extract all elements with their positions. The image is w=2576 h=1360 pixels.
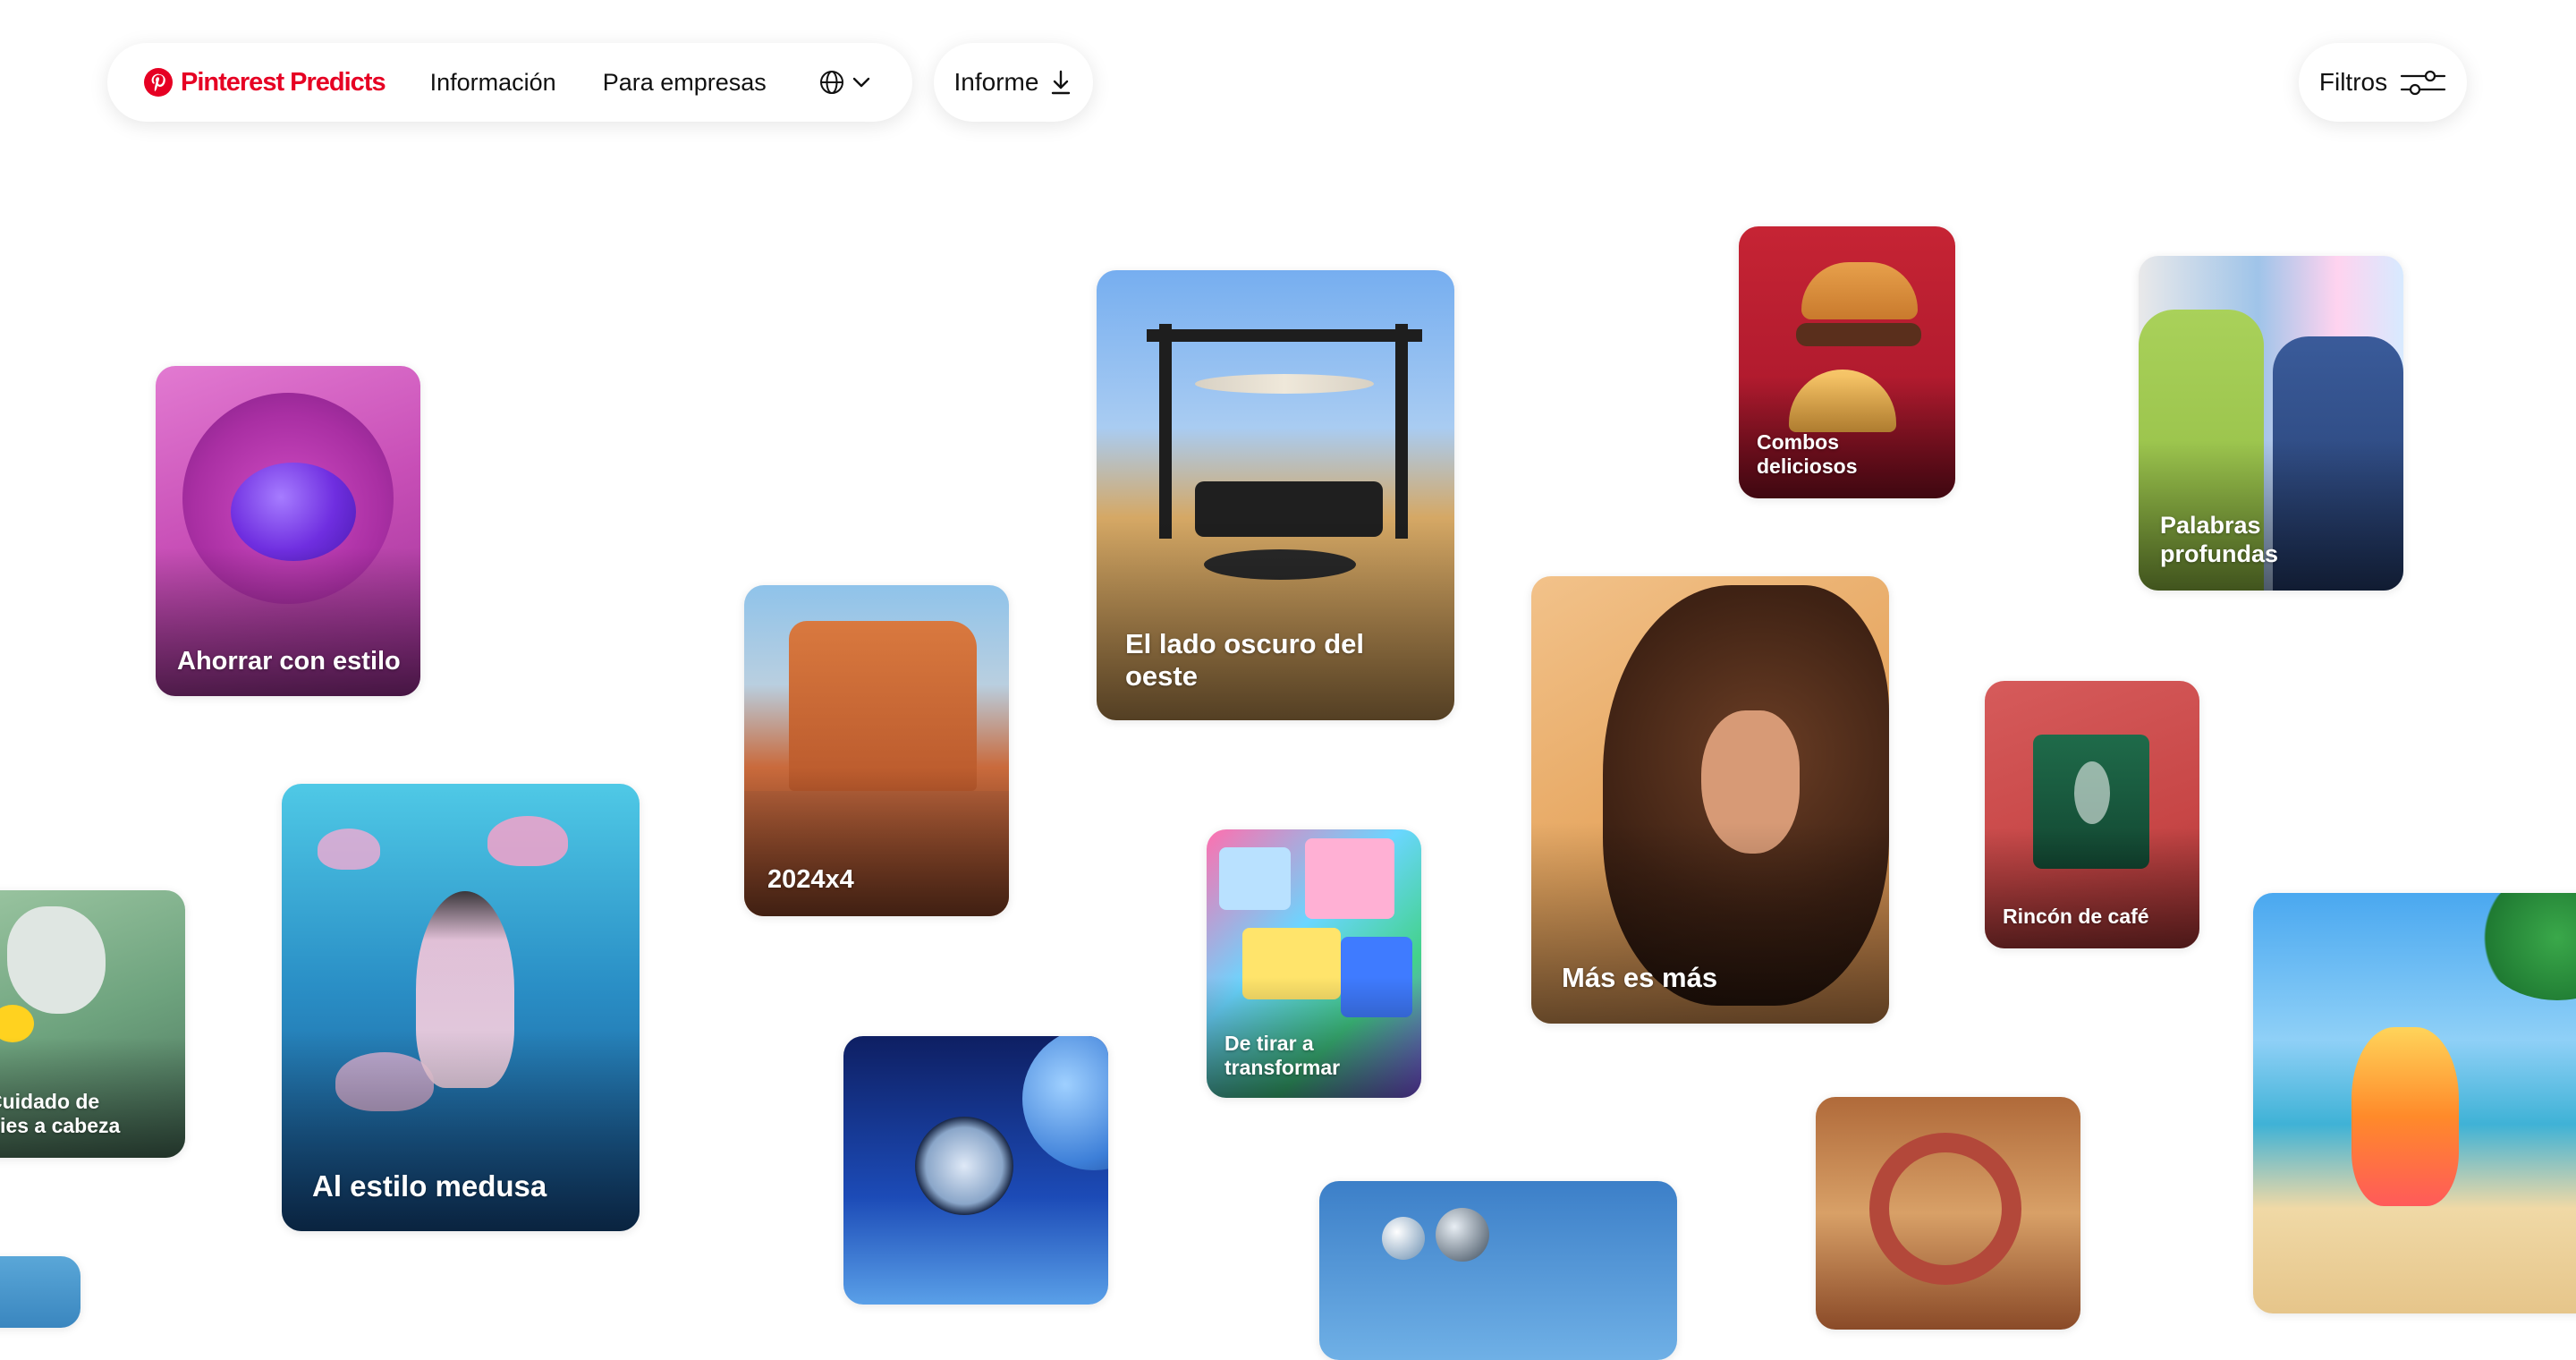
brand-name: Pinterest Predicts (181, 67, 386, 97)
frame-post-left (1159, 324, 1172, 539)
filters-label: Filtros (2318, 68, 2388, 96)
steam-shape (2074, 761, 2110, 824)
sphere-shape (1382, 1217, 1425, 1260)
nav-link-para-empresas[interactable]: Para empresas (603, 69, 767, 97)
palm-leaves-shape (2477, 893, 2576, 1000)
piggy-bank-body (231, 463, 356, 561)
main-navigation: Pinterest Predicts Información Para empr… (107, 43, 912, 122)
sphere-shape (1436, 1208, 1489, 1262)
download-icon (1052, 70, 1071, 95)
trend-card-2024x4[interactable]: 2024x4 (744, 585, 1009, 916)
trend-card-partial[interactable] (0, 1256, 80, 1328)
trend-card-title: Más es más (1562, 962, 1718, 994)
jellyfish-shape (487, 816, 568, 866)
filters-button[interactable]: Filtros (2299, 43, 2467, 122)
trend-card-ahorrar-con-estilo[interactable]: Ahorrar con estilo (156, 366, 420, 696)
trend-card-sky[interactable] (1319, 1181, 1677, 1360)
horns-shape (1195, 374, 1374, 394)
trend-card-title: 2024x4 (767, 864, 854, 894)
floral-arch-shape (1869, 1133, 2021, 1285)
trend-card-el-lado-oscuro-del-oeste[interactable]: El lado oscuro del oeste (1097, 270, 1454, 720)
rock-formation (789, 621, 977, 791)
pinterest-logo-icon (144, 68, 173, 97)
globe-icon (819, 71, 843, 94)
trend-card-title: Al estilo medusa (312, 1169, 547, 1203)
trend-card-mas-es-mas[interactable]: Más es más (1531, 576, 1889, 1024)
trend-card-title: Cuidado de pies a cabeza (0, 1089, 121, 1137)
trend-card-makeup-space[interactable] (843, 1036, 1108, 1305)
chevron-down-icon (852, 77, 869, 88)
quilt-patch (1219, 847, 1291, 910)
frame-post-right (1395, 324, 1408, 539)
mirror-shape (7, 906, 106, 1014)
trend-card-title: El lado oscuro del oeste (1125, 627, 1364, 693)
report-download-button[interactable]: Informe (934, 43, 1093, 122)
quilt-patch (1305, 838, 1394, 919)
trend-card-cuidado-de-pies-a-cabeza[interactable]: Cuidado de pies a cabeza (0, 890, 185, 1158)
planet-shape (1022, 1036, 1108, 1170)
trend-card-de-tirar-a-transformar[interactable]: De tirar a transformar (1207, 829, 1421, 1098)
nav-link-informacion[interactable]: Información (430, 69, 556, 97)
trend-card-title: Rincón de café (2003, 904, 2149, 928)
trend-card-title: Combos deliciosos (1757, 429, 1858, 478)
trend-card-combos-deliciosos[interactable]: Combos deliciosos (1739, 226, 1955, 498)
compact-mirror-shape (915, 1117, 1013, 1215)
frame-beam (1147, 329, 1422, 342)
language-selector[interactable] (818, 69, 872, 96)
trend-card-al-estilo-medusa[interactable]: Al estilo medusa (282, 784, 640, 1231)
trend-card-party[interactable] (1816, 1097, 2080, 1330)
burger-patty (1796, 323, 1921, 346)
brand-logo-link[interactable]: Pinterest Predicts (143, 67, 386, 98)
sliders-icon (2401, 70, 2446, 96)
drink-glass-shape (2351, 1027, 2459, 1206)
trend-card-rincon-de-cafe[interactable]: Rincón de café (1985, 681, 2199, 948)
trend-card-title: Ahorrar con estilo (177, 646, 401, 676)
jellyfish-shape (318, 829, 380, 870)
trend-card-palabras-profundas[interactable]: Palabras profundas (2139, 256, 2403, 591)
trend-card-beach-drink[interactable] (2253, 893, 2576, 1313)
trend-card-title: De tirar a transformar (1224, 1031, 1341, 1079)
report-label: Informe (953, 68, 1039, 96)
trend-card-title: Palabras profundas (2160, 512, 2278, 568)
burger-bun-top (1801, 262, 1918, 319)
